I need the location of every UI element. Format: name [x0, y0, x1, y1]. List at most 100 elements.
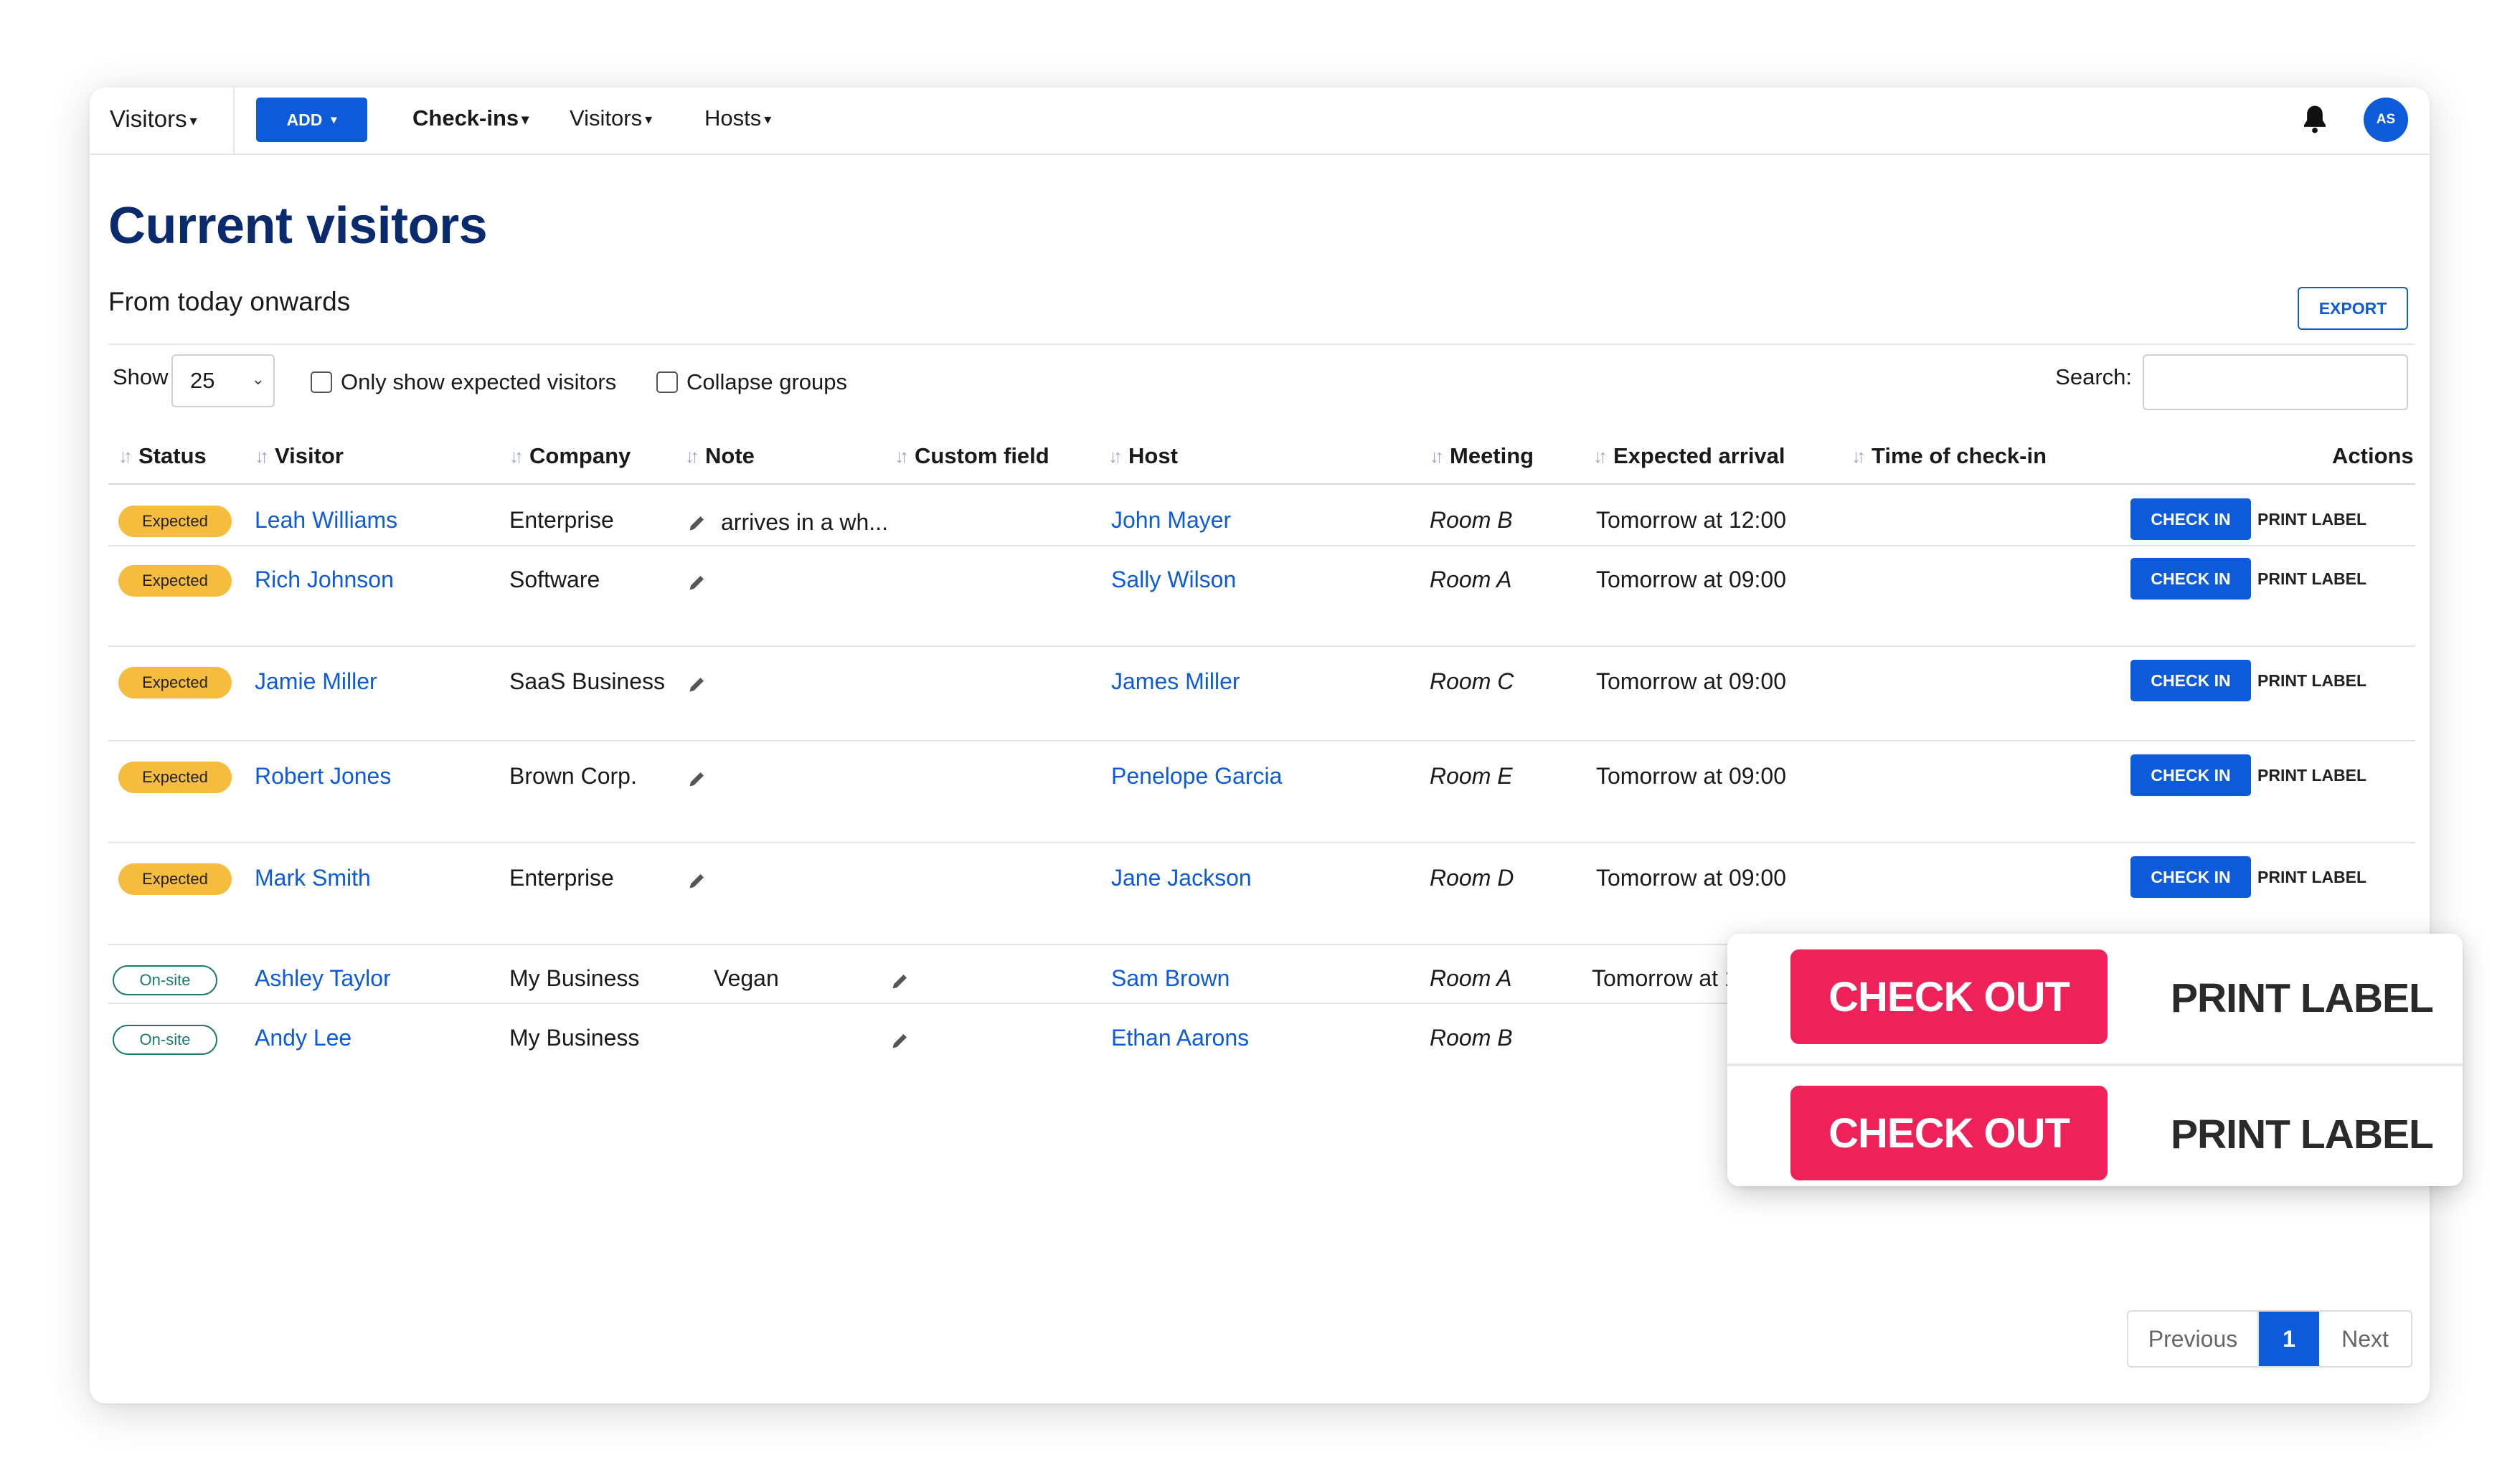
app-window: Visitors ▾ ADD ▾ Check-ins ▾ Visitors ▾ Host… — [90, 87, 2430, 1403]
header-divider — [108, 483, 2415, 485]
search-input[interactable] — [2143, 354, 2408, 410]
sort-icon: ↓↑ — [255, 445, 269, 467]
company-cell: Software — [509, 567, 600, 592]
host-link[interactable]: Ethan Aarons — [1111, 1025, 1249, 1051]
arrival-cell: Tomorrow at 09:00 — [1596, 668, 1787, 694]
host-link[interactable]: Jane Jackson — [1111, 865, 1252, 891]
pencil-icon[interactable] — [686, 673, 708, 695]
visitor-link[interactable]: Leah Williams — [255, 507, 397, 534]
print-label-button[interactable]: PRINT LABEL — [2257, 569, 2366, 589]
sort-icon: ↓↑ — [1430, 445, 1444, 467]
pencil-icon[interactable] — [889, 970, 911, 992]
chevron-down-icon: ⌄ — [251, 370, 265, 388]
nav-visitors[interactable]: Visitors ▾ — [570, 105, 652, 131]
page-subtitle: From today onwards — [108, 287, 351, 316]
column-header-expected-arrival[interactable]: ↓↑ Expected arrival — [1593, 443, 1785, 469]
column-header-visitor[interactable]: ↓↑ Visitor — [255, 443, 344, 469]
check-out-button[interactable]: CHECK OUT — [1790, 1086, 2108, 1180]
page-size-select[interactable]: 25 ⌄ — [171, 354, 275, 407]
checkbox-box[interactable] — [311, 371, 332, 393]
column-header-note[interactable]: ↓↑ Note — [685, 443, 755, 469]
nav-label: Visitors — [570, 105, 643, 131]
print-label-button[interactable]: PRINT LABEL — [2257, 671, 2366, 691]
column-header-time-of-checkin[interactable]: ↓↑ Time of check-in — [1851, 443, 2047, 469]
top-navbar: Visitors ▾ ADD ▾ Check-ins ▾ Visitors ▾ Host… — [90, 87, 2430, 155]
column-header-custom-field[interactable]: ↓↑ Custom field — [895, 443, 1049, 469]
meeting-cell: Room A — [1430, 567, 1512, 592]
row-divider — [108, 740, 2415, 742]
chevron-down-icon: ▾ — [189, 113, 197, 129]
pencil-icon[interactable] — [686, 768, 708, 790]
host-link[interactable]: John Mayer — [1111, 507, 1231, 534]
pencil-icon[interactable] — [889, 1030, 911, 1051]
check-in-button[interactable]: CHECK IN — [2130, 754, 2251, 796]
visitor-link[interactable]: Ashley Taylor — [255, 965, 391, 992]
nav-label: Check-ins — [412, 105, 519, 131]
pencil-icon[interactable] — [686, 870, 708, 891]
note-cell: arrives in a wh... — [721, 509, 888, 535]
collapse-groups-checkbox[interactable]: Collapse groups — [656, 369, 847, 395]
checkbox-label: Collapse groups — [686, 369, 848, 394]
chevron-down-icon: ▾ — [645, 112, 653, 128]
visitor-link[interactable]: Mark Smith — [255, 865, 371, 891]
checkbox-box[interactable] — [656, 371, 678, 393]
check-in-button[interactable]: CHECK IN — [2130, 660, 2251, 701]
next-page-button[interactable]: Next — [2319, 1312, 2411, 1366]
meeting-cell: Room C — [1430, 668, 1514, 694]
column-header-host[interactable]: ↓↑ Host — [1108, 443, 1178, 469]
status-badge: On-site — [113, 965, 217, 995]
divider — [108, 343, 2415, 345]
page-1-button[interactable]: 1 — [2259, 1312, 2319, 1366]
visitor-link[interactable]: Andy Lee — [255, 1025, 351, 1051]
column-header-meeting[interactable]: ↓↑ Meeting — [1430, 443, 1534, 469]
export-button[interactable]: EXPORT — [2298, 287, 2408, 330]
print-label-button[interactable]: PRINT LABEL — [2257, 868, 2366, 887]
visitor-link[interactable]: Jamie Miller — [255, 668, 377, 695]
host-link[interactable]: Sally Wilson — [1111, 567, 1236, 593]
add-button[interactable]: ADD ▾ — [256, 98, 367, 142]
check-out-button[interactable]: CHECK OUT — [1790, 949, 2108, 1044]
arrival-cell: Tomorrow at 09:00 — [1596, 567, 1787, 592]
print-label-button[interactable]: PRINT LABEL — [2257, 766, 2366, 785]
nav-hosts[interactable]: Hosts ▾ — [704, 105, 771, 131]
pencil-icon[interactable] — [686, 512, 708, 534]
previous-page-button[interactable]: Previous — [2128, 1312, 2259, 1366]
row-divider — [108, 545, 2415, 546]
status-badge: On-site — [113, 1025, 217, 1055]
only-expected-checkbox[interactable]: Only show expected visitors — [311, 369, 616, 395]
host-link[interactable]: Penelope Garcia — [1111, 763, 1282, 790]
check-in-button[interactable]: CHECK IN — [2130, 856, 2251, 898]
checkbox-label: Only show expected visitors — [341, 369, 617, 394]
column-header-company[interactable]: ↓↑ Company — [509, 443, 631, 469]
zoomed-actions-callout: CHECK OUT PRINT LABEL CHECK OUT PRINT LA… — [1727, 934, 2463, 1186]
company-cell: My Business — [509, 1025, 640, 1051]
sort-icon: ↓↑ — [685, 445, 699, 467]
brand-label: Visitors — [110, 105, 187, 132]
sort-icon: ↓↑ — [1851, 445, 1866, 467]
brand-menu[interactable]: Visitors ▾ — [110, 105, 197, 133]
print-label-button[interactable]: PRINT LABEL — [2171, 1111, 2434, 1158]
visitor-link[interactable]: Robert Jones — [255, 763, 391, 790]
status-badge: Expected — [118, 565, 232, 597]
arrival-cell: Tomorrow at 09:00 — [1596, 763, 1787, 789]
company-cell: Brown Corp. — [509, 763, 637, 789]
host-link[interactable]: James Miller — [1111, 668, 1240, 695]
check-in-button[interactable]: CHECK IN — [2130, 558, 2251, 600]
check-in-button[interactable]: CHECK IN — [2130, 498, 2251, 540]
nav-checkins[interactable]: Check-ins ▾ — [412, 105, 529, 131]
pencil-icon[interactable] — [686, 572, 708, 593]
arrival-cell: Tomorrow at 12:00 — [1596, 507, 1787, 533]
meeting-cell: Room A — [1430, 965, 1512, 991]
print-label-button[interactable]: PRINT LABEL — [2257, 510, 2366, 529]
pagination: Previous 1 Next — [2127, 1310, 2412, 1368]
print-label-button[interactable]: PRINT LABEL — [2171, 975, 2434, 1022]
column-header-status[interactable]: ↓↑ Status — [118, 443, 207, 469]
host-link[interactable]: Sam Brown — [1111, 965, 1230, 992]
bell-icon[interactable] — [2300, 103, 2329, 135]
sort-icon: ↓↑ — [509, 445, 524, 467]
column-header-actions: Actions — [2332, 443, 2414, 468]
row-divider — [108, 645, 2415, 647]
company-cell: Enterprise — [509, 507, 614, 533]
avatar[interactable]: AS — [2364, 98, 2408, 142]
visitor-link[interactable]: Rich Johnson — [255, 567, 394, 593]
